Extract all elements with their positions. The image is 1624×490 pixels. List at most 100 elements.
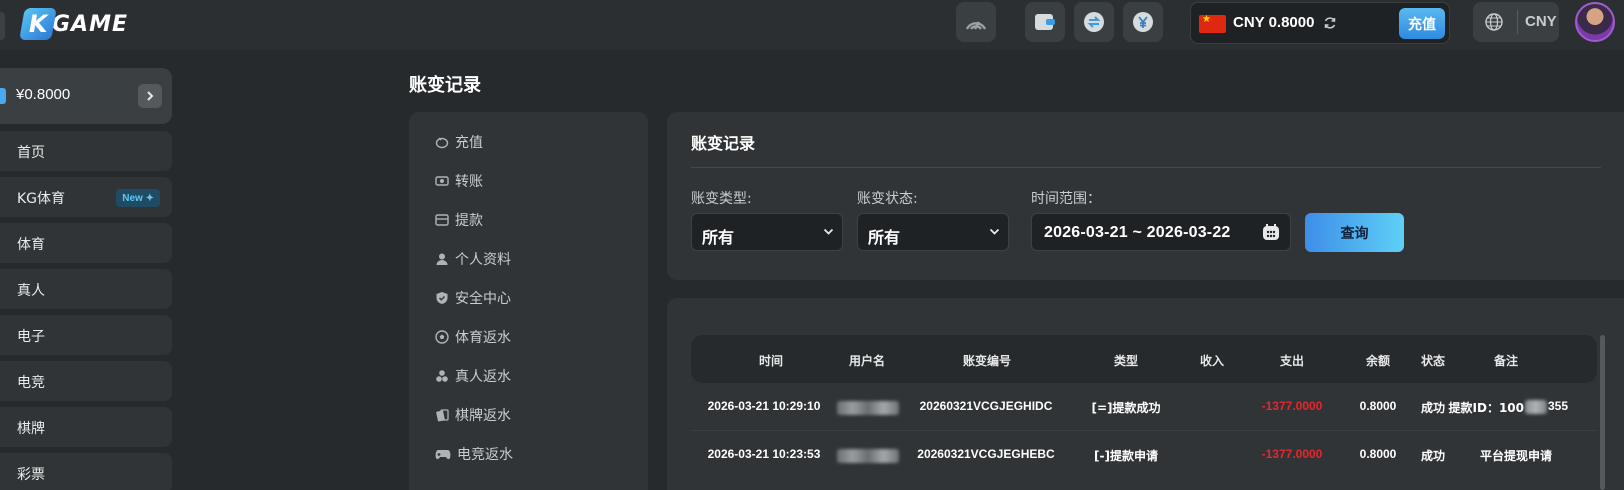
sidebar-item-kg-sports[interactable]: KG体育 New ✦	[0, 177, 172, 217]
masked-username	[837, 449, 899, 463]
account-menu-label: 提款	[455, 213, 483, 229]
language-currency-selector[interactable]: CNY	[1473, 2, 1559, 42]
sidebar-item-label: 棋牌	[17, 421, 45, 437]
account-menu-item-live-rebate[interactable]: 真人返水	[435, 365, 511, 387]
account-menu-label: 转账	[455, 174, 483, 190]
cell-balance: 0.8000	[1359, 399, 1397, 413]
account-menu-label: 真人返水	[455, 369, 511, 385]
account-menu: 充值 转账 提款 个人资料 安全中心 体育返水 真人返水 棋牌返水 电竞返水	[409, 112, 648, 490]
type-select-value: 所有	[702, 228, 735, 247]
account-menu-item-recharge[interactable]: 充值	[435, 131, 483, 153]
page-title: 账变记录	[409, 75, 481, 96]
globe-icon	[1485, 13, 1503, 31]
user-icon	[436, 253, 448, 265]
column-header-order-id: 账变编号	[962, 354, 1011, 368]
status-select[interactable]: 所有	[857, 213, 1009, 251]
logo-text: GAME	[52, 11, 129, 37]
cell-order-id: 20260321VCGJEGHIDC	[919, 399, 1053, 413]
divider	[691, 167, 1601, 168]
chevron-right-icon	[147, 91, 154, 101]
sidebar-item-label: 电子	[17, 329, 45, 345]
sidebar-balance-card[interactable]: ¥0.8000	[0, 68, 172, 124]
signal-icon	[965, 21, 987, 30]
transfer-icon	[435, 176, 449, 186]
sidebar-item-lottery[interactable]: 彩票	[0, 453, 172, 490]
date-range-value: 2026-03-21 ~ 2026-03-22	[1044, 224, 1231, 241]
sidebar: ¥0.8000 首页 KG体育 New ✦ 体育 真人 电子 电竞 棋牌 彩票	[0, 50, 188, 490]
sidebar-item-sports[interactable]: 体育	[0, 223, 172, 263]
account-menu-item-profile[interactable]: 个人资料	[435, 248, 511, 270]
sidebar-item-live[interactable]: 真人	[0, 269, 172, 309]
divider	[1517, 10, 1518, 34]
exchange-icon	[1084, 12, 1104, 32]
cell-balance: 0.8000	[1359, 447, 1397, 461]
sidebar-item-esports[interactable]: 电竞	[0, 361, 172, 401]
account-menu-label: 安全中心	[455, 291, 511, 307]
refresh-icon[interactable]	[1323, 16, 1337, 30]
chevron-down-icon	[823, 228, 834, 235]
account-menu-item-sports-rebate[interactable]: 体育返水	[435, 326, 511, 348]
column-header-type: 类型	[1113, 354, 1138, 368]
user-avatar[interactable]	[1575, 2, 1615, 42]
sidebar-item-slots[interactable]: 电子	[0, 315, 172, 355]
logo[interactable]: K GAME	[19, 6, 129, 42]
masked-note-digits	[1525, 400, 1547, 414]
recharge-button[interactable]: 充值	[1399, 8, 1445, 39]
account-menu-item-withdraw[interactable]: 提款	[435, 209, 483, 231]
table-scrollbar[interactable]	[1600, 335, 1605, 490]
column-header-income: 收入	[1199, 354, 1224, 368]
calendar-icon	[1263, 224, 1279, 240]
type-select[interactable]: 所有	[691, 213, 843, 251]
transfer-button[interactable]	[1074, 2, 1114, 42]
table-header: 时间 用户名 账变编号 类型 收入 支出 余额 状态 备注	[691, 335, 1597, 383]
account-menu-label: 个人资料	[455, 252, 511, 268]
sidebar-item-label: 首页	[17, 145, 45, 161]
gamepad-icon	[435, 450, 451, 460]
sidebar-item-home[interactable]: 首页	[0, 131, 172, 171]
chevron-down-icon	[989, 228, 1000, 235]
cell-status: 成功	[1420, 449, 1445, 463]
shield-icon	[436, 292, 448, 304]
column-header-balance: 余额	[1365, 354, 1390, 368]
query-button[interactable]: 查询	[1305, 213, 1404, 252]
account-menu-item-esports-rebate[interactable]: 电竞返水	[435, 443, 513, 465]
account-menu-label: 棋牌返水	[455, 408, 511, 424]
cell-time: 2026-03-21 10:29:10	[707, 399, 821, 413]
signal-button[interactable]	[956, 2, 996, 42]
balance-arrow-button[interactable]	[138, 84, 162, 108]
cell-note-prefix: 提款ID：100	[1448, 401, 1524, 415]
china-flag-icon	[1199, 14, 1226, 33]
cell-time: 2026-03-21 10:23:53	[707, 447, 821, 461]
date-range-input[interactable]: 2026-03-21 ~ 2026-03-22	[1031, 213, 1291, 251]
account-menu-label: 电竞返水	[457, 447, 513, 463]
filter-panel: 账变记录 账变类型: 所有 账变状态: 所有 时间范围： 2026-03-21 …	[667, 112, 1624, 280]
filter-title: 账变记录	[691, 134, 756, 153]
sidebar-balance: ¥0.8000	[16, 86, 71, 103]
sidebar-toggle[interactable]	[0, 12, 5, 40]
column-header-time: 时间	[758, 354, 783, 368]
rebate-button[interactable]	[1123, 2, 1163, 42]
wallet-amount: CNY 0.8000	[1233, 14, 1315, 31]
sidebar-item-cards[interactable]: 棋牌	[0, 407, 172, 447]
cell-expense: -1377.0000	[1261, 447, 1323, 461]
column-header-username: 用户名	[848, 354, 885, 368]
wallet-coin-icon	[0, 88, 6, 104]
account-menu-label: 充值	[455, 135, 483, 151]
account-menu-item-transfer[interactable]: 转账	[435, 170, 483, 192]
cell-expense: -1377.0000	[1261, 399, 1323, 413]
account-menu-item-security[interactable]: 安全中心	[435, 287, 511, 309]
sidebar-item-label: 体育	[17, 237, 45, 253]
table-row: 2026-03-21 10:29:10 20260321VCGJEGHIDC […	[691, 383, 1597, 431]
logo-mark: K	[19, 8, 57, 40]
wallet-button[interactable]	[1025, 2, 1065, 42]
status-label: 账变状态:	[857, 191, 918, 207]
account-menu-item-cards-rebate[interactable]: 棋牌返水	[435, 404, 511, 426]
sidebar-item-label: 彩票	[17, 467, 45, 483]
sidebar-item-label: 电竞	[17, 375, 45, 391]
cell-type: [-]提款申请	[1094, 449, 1158, 463]
table-row: 2026-03-21 10:23:53 20260321VCGJEGHEBC […	[691, 431, 1597, 479]
football-icon	[435, 330, 449, 344]
withdraw-icon	[435, 214, 449, 226]
wallet-icon	[1035, 14, 1055, 30]
wallet-balance: CNY 0.8000 充值	[1190, 2, 1450, 44]
